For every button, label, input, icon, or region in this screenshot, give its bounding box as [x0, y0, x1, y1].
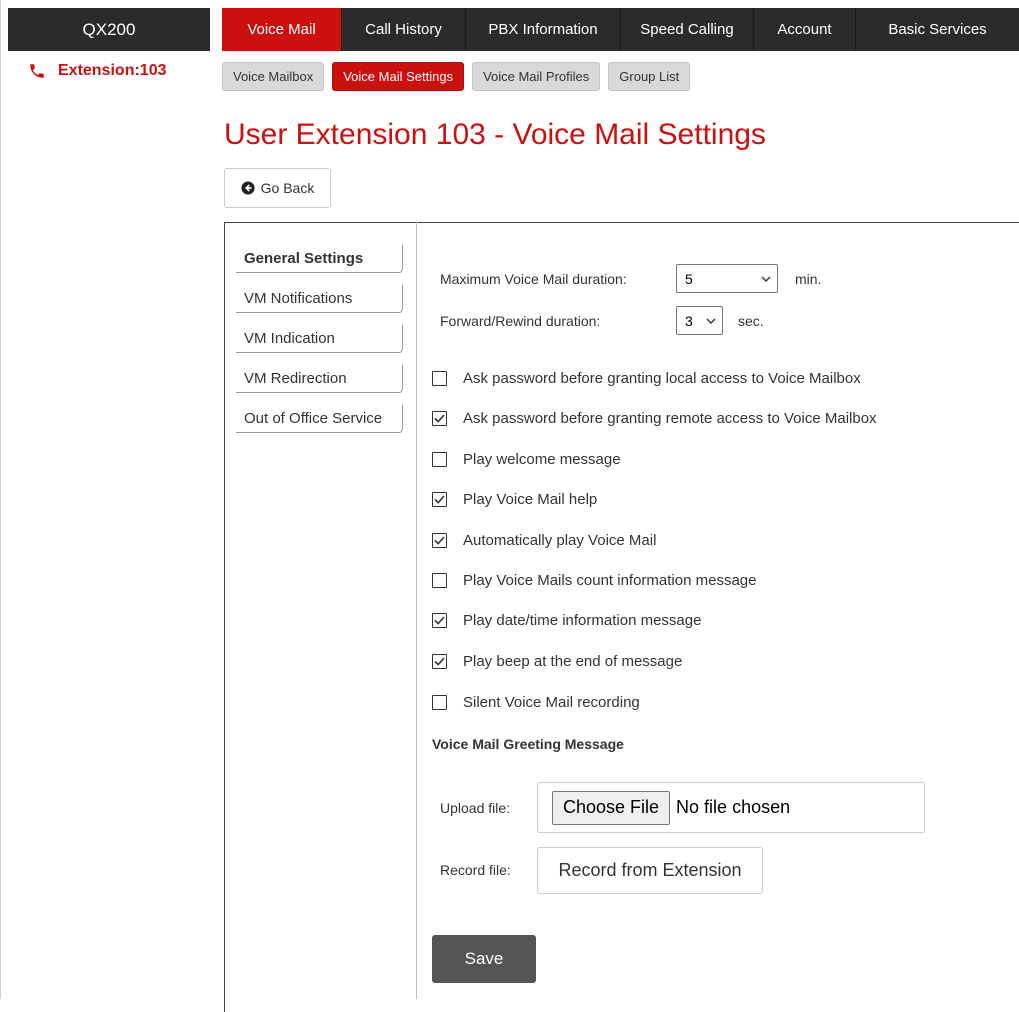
page-title: User Extension 103 - Voice Mail Settings	[224, 118, 766, 151]
checkbox[interactable]	[432, 695, 447, 710]
tab-voice-mail[interactable]: Voice Mail	[222, 8, 342, 51]
checkbox[interactable]	[432, 452, 447, 467]
upload-file-label: Upload file:	[440, 800, 511, 816]
option-label: Play beep at the end of message	[463, 653, 683, 670]
upload-file-input[interactable]: Choose File No file chosen	[537, 782, 925, 833]
tab-label: Speed Calling	[640, 21, 734, 38]
tab-label: Account	[777, 21, 832, 38]
greeting-section-title: Voice Mail Greeting Message	[432, 736, 624, 752]
side-tab-out-of-office[interactable]: Out of Office Service	[236, 405, 403, 433]
checkbox[interactable]	[432, 371, 447, 386]
checkbox[interactable]	[432, 613, 447, 628]
subtab-voice-mail-profiles[interactable]: Voice Mail Profiles	[472, 62, 601, 91]
side-tab-label: General Settings	[244, 250, 364, 267]
side-tab-label: Out of Office Service	[244, 410, 383, 427]
option-auto-play[interactable]: Automatically play Voice Mail	[432, 532, 656, 549]
record-from-extension-button[interactable]: Record from Extension	[537, 847, 763, 894]
checkmark-icon	[434, 414, 445, 423]
record-button-label: Record from Extension	[558, 860, 742, 880]
option-count-message[interactable]: Play Voice Mails count information messa…	[432, 572, 756, 589]
chevron-down-icon	[706, 318, 716, 324]
option-label: Automatically play Voice Mail	[463, 532, 657, 549]
extension-label: Extension:103	[58, 62, 167, 79]
tab-call-history[interactable]: Call History	[342, 8, 466, 51]
tab-account[interactable]: Account	[754, 8, 856, 51]
checkbox[interactable]	[432, 533, 447, 548]
tab-label: Voice Mail	[247, 21, 316, 38]
checkbox[interactable]	[432, 411, 447, 426]
chevron-down-icon	[761, 276, 771, 282]
subtab-label: Voice Mail Settings	[343, 69, 454, 84]
side-tab-label: VM Redirection	[244, 370, 347, 387]
option-label: Silent Voice Mail recording	[463, 694, 640, 711]
subtab-label: Voice Mailbox	[233, 69, 314, 84]
option-datetime-message[interactable]: Play date/time information message	[432, 612, 701, 629]
top-nav: Voice Mail Call History PBX Information …	[222, 8, 1019, 51]
ff-duration-value: 3	[685, 312, 693, 329]
checkbox[interactable]	[432, 492, 447, 507]
option-local-password[interactable]: Ask password before granting local acces…	[432, 370, 861, 387]
sub-nav: Voice Mailbox Voice Mail Settings Voice …	[222, 62, 691, 91]
option-remote-password[interactable]: Ask password before granting remote acce…	[432, 410, 877, 427]
checkmark-icon	[434, 536, 445, 545]
brand-name: QX200	[82, 19, 136, 39]
tab-basic-services[interactable]: Basic Services	[856, 8, 1019, 51]
option-beep[interactable]: Play beep at the end of message	[432, 653, 682, 670]
checkbox[interactable]	[432, 573, 447, 588]
no-file-text: No file chosen	[676, 797, 791, 817]
choose-file-button[interactable]: Choose File	[552, 790, 671, 825]
checkmark-icon	[434, 657, 445, 666]
tab-label: PBX Information	[488, 21, 598, 38]
option-voice-mail-help[interactable]: Play Voice Mail help	[432, 491, 597, 508]
arrow-circle-left-icon	[241, 181, 255, 195]
option-label: Play Voice Mail help	[463, 491, 598, 508]
subtab-label: Group List	[619, 69, 680, 84]
ff-duration-row: Forward/Rewind duration: 3 sec.	[440, 306, 764, 335]
ff-duration-select[interactable]: 3	[676, 306, 723, 335]
max-duration-row: Maximum Voice Mail duration: 5 min.	[440, 264, 821, 293]
option-label: Play date/time information message	[463, 612, 702, 629]
tab-speed-calling[interactable]: Speed Calling	[621, 8, 754, 51]
max-duration-select[interactable]: 5	[676, 264, 778, 293]
ff-duration-unit: sec.	[738, 312, 764, 329]
phone-icon	[30, 64, 44, 78]
option-silent-recording[interactable]: Silent Voice Mail recording	[432, 694, 640, 711]
checkmark-icon	[434, 616, 445, 625]
option-label: Play welcome message	[463, 451, 621, 468]
option-label: Play Voice Mails count information messa…	[463, 572, 757, 589]
subtab-group-list[interactable]: Group List	[608, 62, 691, 91]
go-back-label: Go Back	[260, 180, 315, 196]
settings-side-tabs: General Settings VM Notifications VM Ind…	[236, 245, 403, 445]
tab-pbx-information[interactable]: PBX Information	[466, 8, 621, 51]
side-tab-general-settings[interactable]: General Settings	[236, 245, 403, 273]
side-tab-vm-redirection[interactable]: VM Redirection	[236, 365, 403, 393]
subtab-voice-mail-settings[interactable]: Voice Mail Settings	[332, 62, 465, 91]
extension-indicator: Extension:103	[28, 62, 166, 80]
tab-label: Call History	[365, 21, 442, 38]
save-label: Save	[464, 949, 504, 968]
go-back-button[interactable]: Go Back	[224, 168, 331, 208]
record-file-label: Record file:	[440, 862, 511, 878]
side-tab-vm-notifications[interactable]: VM Notifications	[236, 285, 403, 313]
left-column	[0, 0, 210, 999]
checkbox[interactable]	[432, 654, 447, 669]
max-duration-label: Maximum Voice Mail duration:	[440, 270, 627, 287]
side-tab-vm-indication[interactable]: VM Indication	[236, 325, 403, 353]
brand-logo[interactable]: QX200	[8, 8, 210, 51]
max-duration-value: 5	[685, 270, 693, 287]
save-button[interactable]: Save	[432, 935, 536, 983]
subtab-voice-mailbox[interactable]: Voice Mailbox	[222, 62, 325, 91]
subtab-label: Voice Mail Profiles	[483, 69, 590, 84]
option-welcome-message[interactable]: Play welcome message	[432, 451, 621, 468]
choose-file-label: Choose File	[563, 797, 660, 817]
checkmark-icon	[434, 495, 445, 504]
ff-duration-label: Forward/Rewind duration:	[440, 312, 601, 329]
tab-label: Basic Services	[888, 21, 987, 38]
option-label: Ask password before granting remote acce…	[463, 410, 877, 427]
side-tab-label: VM Indication	[244, 330, 335, 347]
panel-divider	[416, 222, 417, 999]
max-duration-unit: min.	[795, 270, 822, 287]
option-label: Ask password before granting local acces…	[463, 370, 861, 387]
side-tab-label: VM Notifications	[244, 290, 353, 307]
